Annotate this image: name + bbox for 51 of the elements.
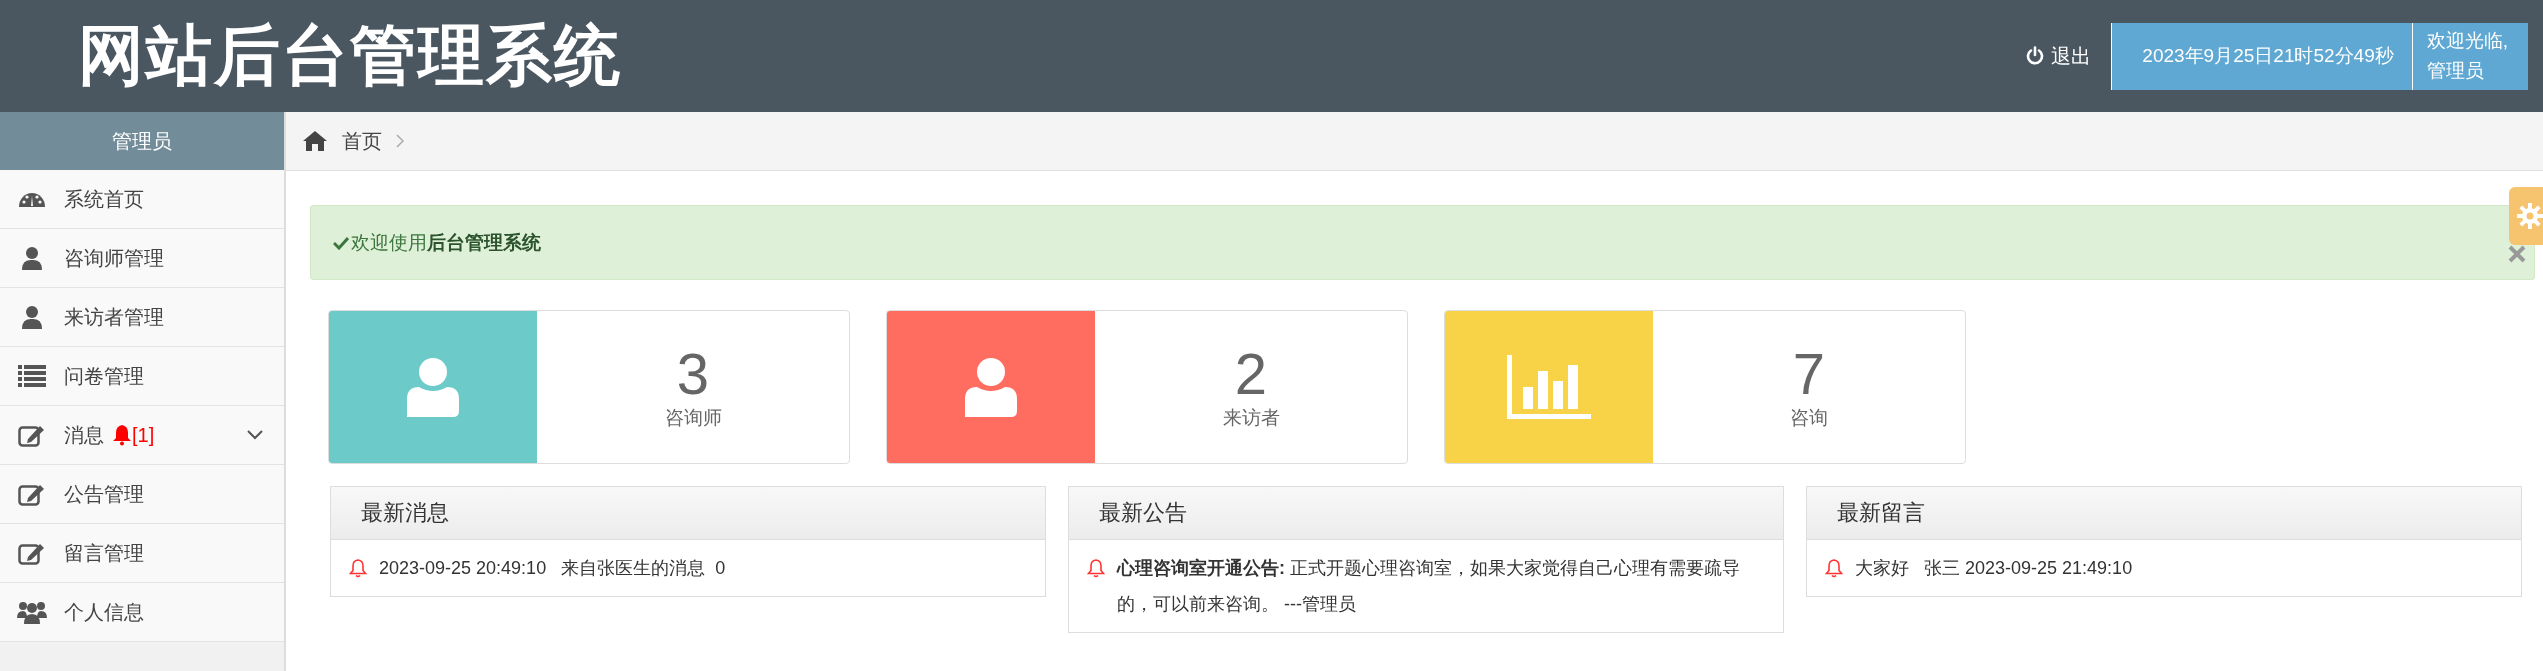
edit-icon xyxy=(18,423,46,447)
stat-value: 3 xyxy=(676,343,710,405)
bar-chart-icon xyxy=(1507,355,1591,419)
chevron-right-icon xyxy=(396,134,404,148)
gauge-icon xyxy=(18,191,46,207)
stat-value: 2 xyxy=(1234,343,1268,405)
settings-icon xyxy=(2517,203,2543,229)
panel-title: 最新消息 xyxy=(361,499,449,527)
home-icon[interactable] xyxy=(302,130,328,152)
panel-title: 最新留言 xyxy=(1837,499,1925,527)
user-icon xyxy=(405,357,461,417)
list-icon xyxy=(18,365,46,387)
sidebar-item[interactable]: 来访者管理 xyxy=(0,288,284,347)
close-icon[interactable] xyxy=(2508,245,2526,263)
sidebar-item[interactable]: 个人信息 xyxy=(0,583,284,642)
panel-entry[interactable]: 2023-09-25 20:49:10 来自张医生的消息 0 xyxy=(379,550,726,586)
user-name: 管理员 xyxy=(2426,59,2485,83)
welcome-text: 欢迎光临, xyxy=(2426,29,2508,53)
sidebar-item[interactable]: 咨询师管理 xyxy=(0,229,284,288)
edit-icon xyxy=(18,541,46,565)
date-time: 2023年9月25日21时52分49秒 xyxy=(2112,22,2413,90)
panel-entry[interactable]: 心理咨询室开通公告: 正式开题心理咨询室，如果大家觉得自己心理有需要疏导的，可以前来咨询。 ---管理员 xyxy=(1117,550,1769,622)
stat-label: 咨询 xyxy=(1790,406,1828,430)
group-icon xyxy=(17,600,47,624)
stat-label: 咨询师 xyxy=(664,406,722,430)
logout-button[interactable]: 退出 xyxy=(2025,42,2092,70)
sidebar-item[interactable]: 公告管理 xyxy=(0,465,284,524)
bell-icon xyxy=(1087,558,1105,578)
power-icon xyxy=(2025,46,2046,66)
settings-tab[interactable] xyxy=(2509,187,2543,245)
stat-value: 7 xyxy=(1792,343,1826,405)
user-icon xyxy=(21,305,43,329)
panel-title: 最新公告 xyxy=(1099,499,1187,527)
sidebar-item[interactable]: 留言管理 xyxy=(0,524,284,583)
message-count: [1] xyxy=(132,423,155,447)
user-icon xyxy=(963,357,1019,417)
site-title: 网站后台管理系统 xyxy=(78,15,622,96)
stat-label: 来访者 xyxy=(1222,406,1280,430)
alert-text: 欢迎使用后台管理系统 xyxy=(351,230,541,255)
bell-icon xyxy=(112,424,132,446)
edit-icon xyxy=(18,482,46,506)
user-icon xyxy=(21,246,43,270)
sidebar-item[interactable]: 消息 [1] xyxy=(0,406,284,465)
breadcrumb-link[interactable]: 首页 xyxy=(342,127,382,155)
sidebar-title: 管理员 xyxy=(0,112,284,170)
check-icon xyxy=(333,235,349,250)
bell-icon xyxy=(1825,558,1843,578)
bell-icon xyxy=(349,558,367,578)
sidebar-item[interactable]: 问卷管理 xyxy=(0,347,284,406)
panel-entry[interactable]: 大家好 张三 2023-09-25 21:49:10 xyxy=(1855,550,2133,586)
sidebar-item[interactable]: 系统首页 xyxy=(0,170,284,229)
